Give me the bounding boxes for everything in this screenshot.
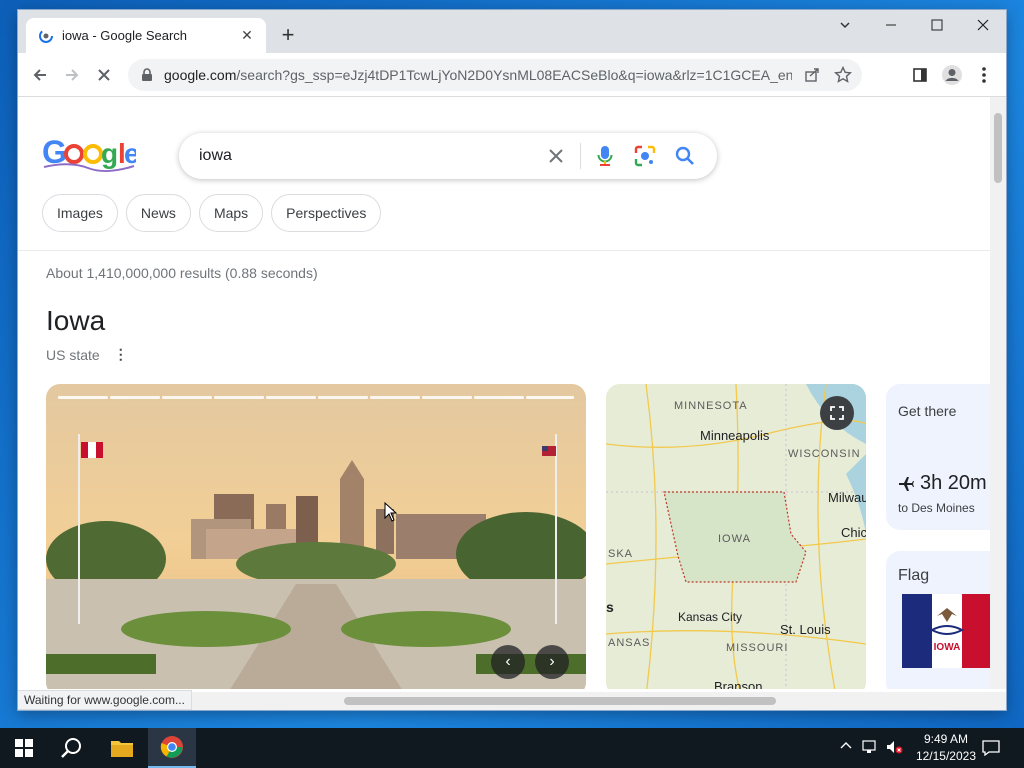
windows-logo-icon [15, 739, 33, 757]
file-explorer-button[interactable] [98, 728, 146, 768]
search-submit-icon[interactable] [665, 133, 705, 179]
map-city-kansas-city: Kansas City [678, 610, 743, 624]
browser-window: iowa - Google Search ✕ + google.com/sear… [18, 10, 1006, 710]
maximize-button[interactable] [914, 10, 960, 40]
minimize-button[interactable] [868, 10, 914, 40]
show-hidden-icons-icon[interactable] [840, 740, 852, 755]
knowledge-panel-title: Iowa [46, 305, 106, 336]
clock-time: 9:49 AM [923, 732, 968, 746]
map-city-branson: Branson [714, 679, 763, 689]
chip-maps[interactable]: Maps [198, 194, 264, 232]
svg-text:e: e [124, 138, 136, 169]
map-city-chicago: Chic [841, 525, 866, 540]
search-results-page: G g l e iowa Images News Maps Perspectiv… [18, 97, 990, 689]
microphone-icon[interactable] [585, 133, 625, 179]
search-box[interactable]: iowa [179, 133, 717, 179]
tab-strip: iowa - Google Search ✕ + [18, 10, 1006, 53]
loading-favicon-icon [39, 28, 53, 43]
knowledge-panel-subtitle: US state ⋮ [46, 346, 128, 363]
carousel-prev-button[interactable]: ‹ [491, 645, 525, 679]
tab-active[interactable]: iowa - Google Search ✕ [26, 18, 266, 53]
share-icon[interactable] [804, 67, 820, 83]
map-city-minneapolis: Minneapolis [700, 428, 770, 443]
clear-search-icon[interactable] [536, 133, 576, 179]
profile-avatar-icon[interactable] [938, 61, 966, 89]
bookmark-star-icon[interactable] [834, 66, 852, 84]
tab-search-icon[interactable] [822, 10, 868, 40]
search-separator [580, 143, 581, 169]
address-bar[interactable]: google.com/search?gs_ssp=eJzj4tDP1TcwLjY… [128, 59, 862, 91]
start-button[interactable] [0, 728, 48, 768]
google-doodle-logo[interactable]: G g l e [40, 133, 136, 173]
state-map[interactable]: MINNESOTA Minneapolis WISCONSIN Milwau C… [606, 384, 866, 689]
flag-label: Flag [898, 567, 930, 584]
chip-perspectives[interactable]: Perspectives [271, 194, 382, 232]
map-city-milwaukee: Milwau [828, 490, 866, 505]
search-input[interactable]: iowa [199, 147, 536, 165]
travel-destination: to Des Moines [898, 501, 975, 515]
search-icon [61, 738, 81, 758]
chip-news[interactable]: News [125, 194, 191, 232]
forward-button[interactable] [58, 61, 86, 89]
tab-title: iowa - Google Search [62, 28, 188, 43]
notification-icon [982, 740, 1000, 756]
volume-muted-icon[interactable] [886, 740, 904, 757]
lock-icon[interactable] [140, 68, 154, 82]
vertical-scroll-thumb[interactable] [994, 113, 1002, 183]
chip-images[interactable]: Images [42, 194, 118, 232]
search-filter-chips: Images News Maps Perspectives [42, 194, 382, 232]
expand-map-icon[interactable] [820, 396, 854, 430]
result-stats: About 1,410,000,000 results (0.88 second… [46, 265, 318, 281]
get-there-label: Get there [898, 403, 957, 419]
map-label-minnesota: MINNESOTA [674, 400, 748, 412]
map-label-iowa: IOWA [718, 533, 751, 545]
back-button[interactable] [26, 61, 54, 89]
taskbar-search-button[interactable] [48, 728, 96, 768]
google-lens-icon[interactable] [625, 133, 665, 179]
svg-text:g: g [101, 138, 118, 169]
map-label-wisconsin: WISCONSIN [788, 448, 861, 460]
close-window-button[interactable] [960, 10, 1006, 40]
map-label-partial-ansas: ANSAS [608, 637, 651, 649]
taskbar: 9:49 AM 12/15/2023 [0, 728, 1024, 768]
new-tab-button[interactable]: + [276, 22, 300, 47]
folder-icon [111, 741, 133, 757]
state-photo[interactable] [46, 384, 586, 689]
network-icon[interactable] [862, 740, 880, 757]
side-panel-icon[interactable] [906, 61, 934, 89]
airplane-icon [899, 476, 914, 491]
flag-card[interactable]: Flag IOWA [886, 551, 990, 689]
clock-date: 12/15/2023 [915, 749, 976, 763]
notification-center-button[interactable] [968, 728, 1014, 768]
get-there-card[interactable]: Get there 3h 20m to Des Moines [886, 384, 990, 530]
browser-toolbar: google.com/search?gs_ssp=eJzj4tDP1TcwLjY… [18, 53, 1006, 97]
map-label-partial-ska: SKA [608, 548, 634, 560]
horizontal-scroll-thumb[interactable] [344, 697, 776, 705]
chrome-taskbar-button[interactable] [148, 728, 196, 768]
menu-kebab-icon[interactable] [970, 61, 998, 89]
system-clock[interactable]: 9:49 AM 12/15/2023 [916, 731, 976, 765]
stop-loading-button[interactable] [90, 61, 118, 89]
vertical-scrollbar[interactable] [990, 97, 1006, 689]
header-divider [18, 250, 990, 251]
map-city-st-louis: St. Louis [780, 622, 831, 637]
iowa-flag-image: IOWA [902, 594, 990, 668]
map-label-missouri: MISSOURI [726, 642, 789, 654]
flag-text: IOWA [934, 642, 961, 653]
entity-type: US state [46, 346, 100, 363]
map-label-partial-s: s [606, 599, 614, 615]
chrome-icon [160, 736, 183, 758]
status-bar: Waiting for www.google.com... [18, 690, 192, 710]
url-text[interactable]: google.com/search?gs_ssp=eJzj4tDP1TcwLjY… [164, 67, 792, 83]
mouse-cursor-icon [384, 502, 398, 522]
more-options-icon[interactable]: ⋮ [114, 346, 128, 363]
carousel-next-button[interactable]: › [535, 645, 569, 679]
travel-time: 3h 20m [920, 472, 987, 494]
tab-close-icon[interactable]: ✕ [238, 27, 256, 45]
